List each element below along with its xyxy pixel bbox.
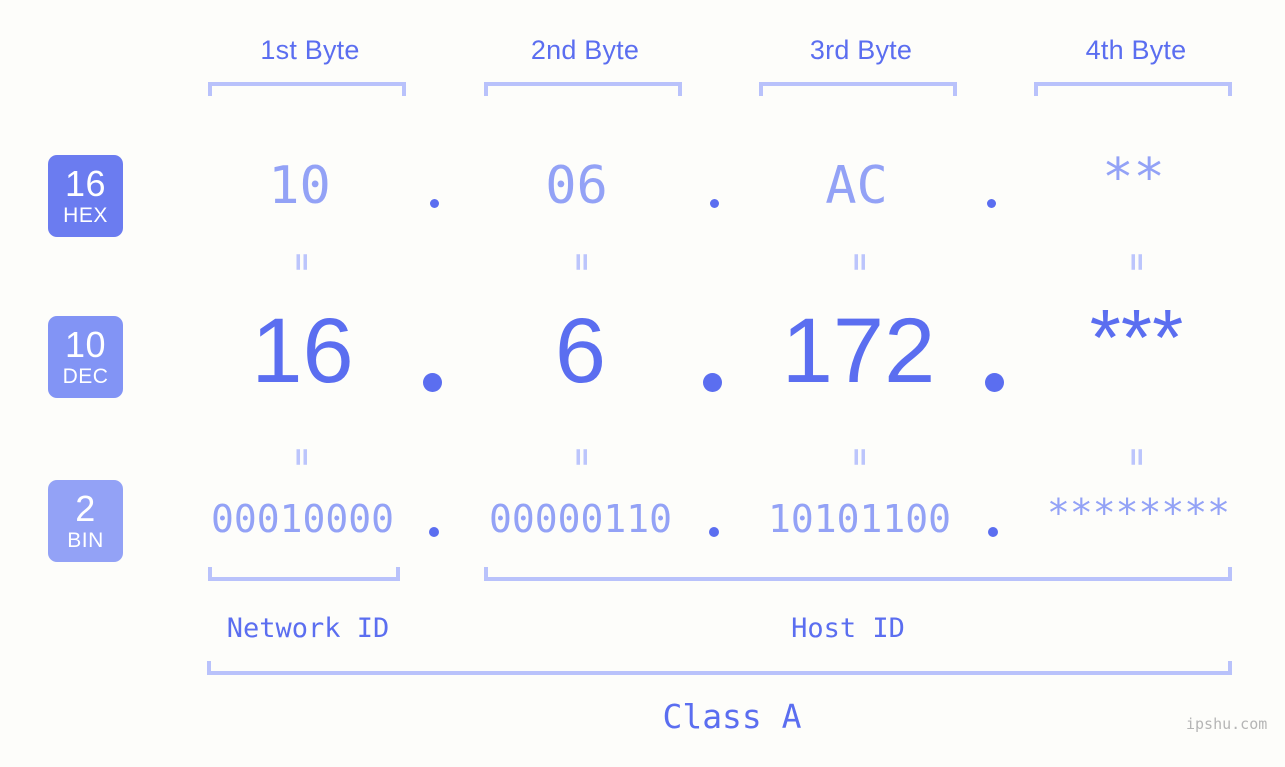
byte-bracket-1 — [208, 82, 406, 96]
equals-sign-dec-bin-2: = — [564, 447, 599, 465]
equals-sign-hex-dec-2: = — [564, 252, 599, 270]
equals-sign-dec-bin-4: = — [1119, 447, 1154, 465]
dec-byte-4: *** — [1089, 293, 1184, 382]
byte-header-3: 3rd Byte — [809, 35, 913, 65]
bin-byte-4: ******** — [1046, 491, 1231, 535]
equals-sign-dec-bin-3: = — [842, 447, 877, 465]
host-id-bracket — [484, 567, 1232, 581]
base-badge-bin-label: BIN — [67, 529, 104, 552]
base-badge-bin: 2 BIN — [48, 480, 123, 562]
bin-byte-1: 00010000 — [210, 497, 395, 541]
watermark: ipshu.com — [1186, 715, 1268, 733]
dec-separator-1 — [423, 373, 442, 392]
bin-separator-1 — [429, 527, 439, 537]
dec-separator-3 — [985, 373, 1004, 392]
equals-sign-dec-bin-1: = — [284, 447, 319, 465]
byte-header-2: 2nd Byte — [530, 35, 640, 65]
host-id-label: Host ID — [791, 613, 905, 644]
base-badge-bin-number: 2 — [75, 488, 96, 529]
bin-separator-2 — [709, 527, 719, 537]
dec-byte-1: 16 — [251, 300, 354, 402]
dec-byte-3: 172 — [781, 300, 936, 402]
equals-sign-hex-dec-3: = — [842, 252, 877, 270]
base-badge-hex: 16 HEX — [48, 155, 123, 237]
hex-byte-1: 10 — [268, 156, 331, 216]
base-badge-hex-label: HEX — [63, 204, 108, 227]
byte-header-1: 1st Byte — [260, 35, 360, 65]
base-badge-dec-label: DEC — [62, 365, 109, 388]
equals-sign-hex-dec-4: = — [1119, 252, 1154, 270]
network-id-label: Network ID — [226, 613, 390, 644]
hex-separator-2 — [710, 199, 719, 208]
ip-address-diagram: 1st Byte 2nd Byte 3rd Byte 4th Byte 16 H… — [0, 0, 1285, 767]
base-badge-dec: 10 DEC — [48, 316, 123, 398]
hex-separator-3 — [987, 199, 996, 208]
hex-byte-2: 06 — [545, 156, 608, 216]
hex-byte-3: AC — [825, 156, 888, 216]
class-bracket — [207, 661, 1232, 675]
base-badge-dec-number: 10 — [64, 324, 107, 365]
bin-byte-2: 00000110 — [488, 497, 673, 541]
dec-separator-2 — [703, 373, 722, 392]
byte-header-4: 4th Byte — [1085, 35, 1187, 65]
byte-bracket-2 — [484, 82, 682, 96]
bin-separator-3 — [988, 527, 998, 537]
base-badge-hex-number: 16 — [64, 163, 107, 204]
network-id-bracket — [208, 567, 400, 581]
byte-bracket-4 — [1034, 82, 1232, 96]
bin-byte-3: 10101100 — [767, 497, 952, 541]
hex-byte-4: ** — [1102, 148, 1165, 208]
class-label: Class A — [662, 697, 802, 736]
dec-byte-2: 6 — [554, 300, 607, 402]
hex-separator-1 — [430, 199, 439, 208]
byte-bracket-3 — [759, 82, 957, 96]
equals-sign-hex-dec-1: = — [284, 252, 319, 270]
